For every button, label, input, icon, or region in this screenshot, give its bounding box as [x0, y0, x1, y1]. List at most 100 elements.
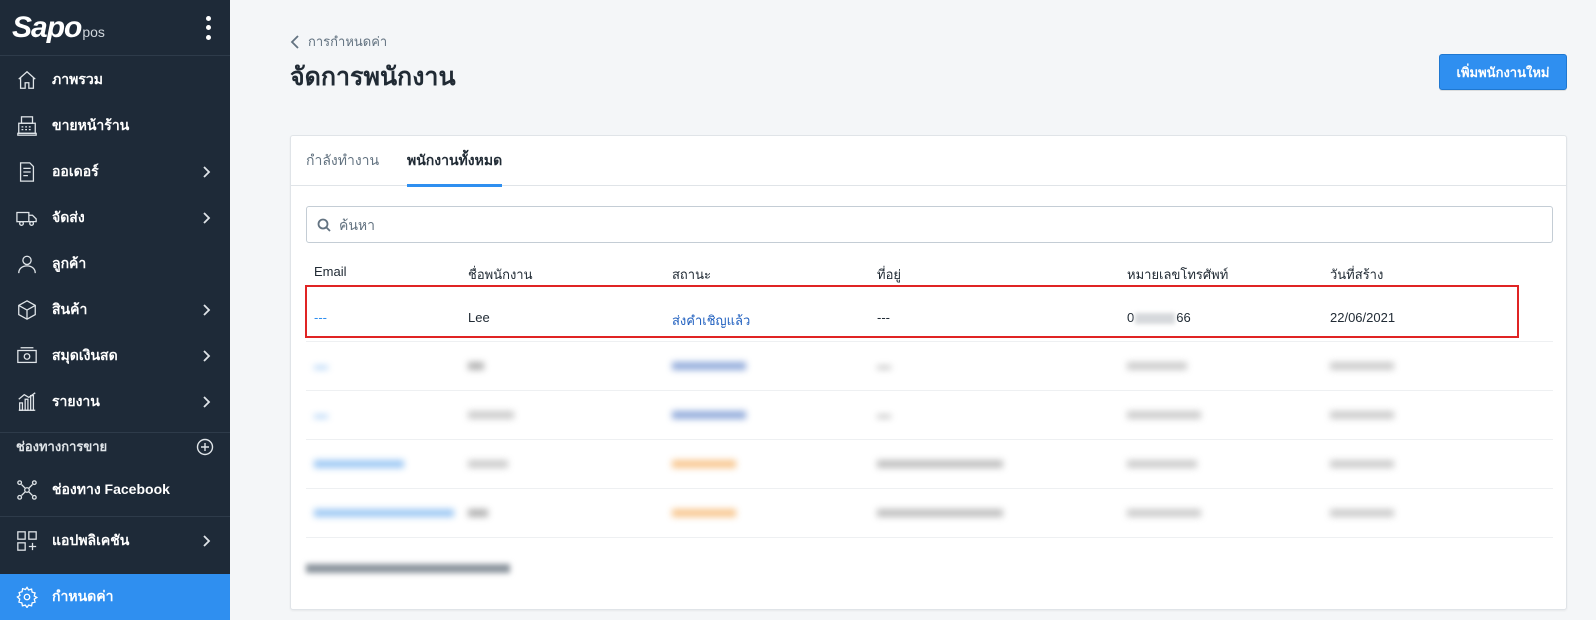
table-row[interactable] — [306, 391, 1553, 440]
blurred-address — [877, 366, 891, 369]
blurred-name — [468, 460, 508, 468]
column-header-address: ที่อยู่ — [877, 267, 901, 282]
sapo-pos-logo[interactable]: Sapo pos — [12, 11, 105, 45]
search-icon — [317, 218, 331, 232]
apps-grid-icon — [16, 530, 38, 552]
sidebar-item-label: ภาพรวม — [52, 71, 103, 87]
phone-redaction — [1135, 313, 1176, 325]
blurred-email — [314, 460, 404, 468]
chevron-right-icon — [198, 348, 214, 364]
sidebar-item-orders[interactable]: ออเดอร์ — [0, 149, 230, 195]
chevron-right-icon — [198, 302, 214, 318]
gear-icon — [16, 586, 38, 608]
more-menu-icon[interactable] — [198, 14, 218, 42]
logo-bar: Sapo pos — [0, 0, 230, 56]
column-header-name: ชื่อพนักงาน — [468, 267, 533, 282]
column-header-created: วันที่สร้าง — [1330, 267, 1384, 282]
cash-book-icon — [16, 345, 38, 367]
order-document-icon — [16, 161, 38, 183]
chevron-right-icon — [198, 164, 214, 180]
sidebar-item-cashbook[interactable]: สมุดเงินสด — [0, 333, 230, 379]
search-input[interactable] — [339, 216, 1539, 233]
cell-phone: 0 66 — [1127, 310, 1191, 325]
sidebar-item-shipping[interactable]: จัดส่ง — [0, 195, 230, 241]
chevron-left-icon — [290, 34, 299, 49]
sales-channels-section: ช่องทางการขาย — [0, 432, 230, 460]
blurred-phone — [1127, 362, 1187, 370]
blurred-name — [468, 509, 488, 517]
section-title: ช่องทางการขาย — [16, 439, 108, 454]
chevron-right-icon — [198, 533, 214, 549]
blurred-status — [672, 460, 736, 468]
blurred-phone — [1127, 411, 1201, 419]
phone-start: 0 — [1127, 310, 1135, 325]
pagination-summary — [306, 561, 510, 576]
sidebar-item-label: ช่องทาง Facebook — [52, 481, 170, 497]
blurred-status — [672, 509, 736, 517]
main-content: การกำหนดค่า จัดการพนักงาน เพิ่มพนักงานให… — [230, 0, 1596, 620]
employee-card: กำลังทำงาน พนักงานทั้งหมด Email ชื่อพนัก… — [290, 135, 1567, 610]
blurred-date — [1330, 460, 1394, 468]
table-row[interactable]: --- Lee ส่งคำเชิญแล้ว --- 0 66 22/06/2021 — [306, 293, 1553, 342]
breadcrumb-back-link[interactable]: การกำหนดค่า — [290, 31, 387, 52]
table-row[interactable] — [306, 342, 1553, 391]
search-field[interactable] — [306, 206, 1553, 243]
user-icon — [16, 253, 38, 275]
cash-register-icon — [16, 115, 38, 137]
chevron-right-icon — [198, 394, 214, 410]
table-header: Email ชื่อพนักงาน สถานะ ที่อยู่ หมายเลขโ… — [306, 256, 1553, 286]
chevron-right-icon — [198, 210, 214, 226]
sidebar-item-pos[interactable]: ขายหน้าร้าน — [0, 103, 230, 149]
home-icon — [16, 69, 38, 91]
divider — [0, 516, 230, 517]
cell-status: ส่งคำเชิญแล้ว — [672, 313, 751, 328]
blurred-status — [672, 362, 746, 370]
blurred-phone — [1127, 460, 1197, 468]
sidebar-item-label: กำหนดค่า — [52, 588, 114, 604]
cell-email-link[interactable]: --- — [314, 310, 327, 325]
blurred-name — [468, 362, 484, 370]
sidebar: Sapo pos ภาพรวม ขายหน้าร้าน ออเดอร์ จัดส… — [0, 0, 230, 620]
blurred-date — [1330, 509, 1394, 517]
cell-address: --- — [877, 310, 890, 325]
tab-active-employees[interactable]: กำลังทำงาน — [306, 136, 379, 186]
blurred-address — [877, 460, 1003, 468]
table-row[interactable] — [306, 440, 1553, 489]
sidebar-item-reports[interactable]: รายงาน — [0, 379, 230, 425]
blurred-status — [672, 411, 746, 419]
blurred-name — [468, 411, 514, 419]
blurred-address — [877, 415, 891, 418]
report-chart-icon — [16, 391, 38, 413]
blurred-address — [877, 509, 1003, 517]
tab-bar: กำลังทำงาน พนักงานทั้งหมด — [291, 136, 1566, 187]
box-icon — [16, 299, 38, 321]
add-channel-icon[interactable] — [196, 438, 214, 456]
sidebar-item-overview[interactable]: ภาพรวม — [0, 57, 230, 103]
column-header-phone: หมายเลขโทรศัพท์ — [1127, 267, 1229, 282]
add-employee-button[interactable]: เพิ่มพนักงานใหม่ — [1439, 54, 1567, 90]
column-header-email: Email — [314, 264, 347, 279]
blurred-date — [1330, 411, 1394, 419]
blurred-date — [1330, 362, 1394, 370]
sidebar-item-facebook-channel[interactable]: ช่องทาง Facebook — [0, 467, 230, 513]
sidebar-item-label: สมุดเงินสด — [52, 347, 118, 363]
sidebar-item-products[interactable]: สินค้า — [0, 287, 230, 333]
sidebar-item-settings[interactable]: กำหนดค่า — [0, 574, 230, 620]
cell-created-date: 22/06/2021 — [1330, 310, 1396, 325]
blurred-email — [314, 415, 328, 418]
sidebar-item-label: ลูกค้า — [52, 255, 87, 271]
blurred-email — [314, 366, 328, 369]
sidebar-item-label: ขายหน้าร้าน — [52, 117, 130, 133]
cell-name: Lee — [468, 310, 490, 325]
table-row[interactable] — [306, 489, 1553, 538]
sidebar-item-customers[interactable]: ลูกค้า — [0, 241, 230, 287]
phone-end: 66 — [1176, 310, 1191, 325]
tab-all-employees[interactable]: พนักงานทั้งหมด — [407, 136, 503, 187]
page-title: จัดการพนักงาน — [290, 63, 456, 91]
logo-text: Sapo — [12, 10, 82, 44]
delivery-truck-icon — [16, 207, 38, 229]
sidebar-item-label: สินค้า — [52, 301, 88, 317]
sidebar-item-apps[interactable]: แอปพลิเคชัน — [0, 518, 230, 564]
sidebar-item-label: รายงาน — [52, 393, 100, 409]
logo-subtext: pos — [82, 23, 105, 40]
